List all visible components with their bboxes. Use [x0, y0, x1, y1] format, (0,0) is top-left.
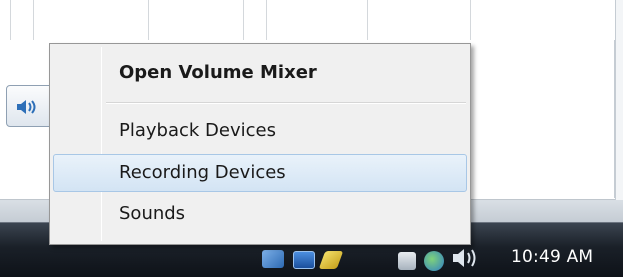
network-icon[interactable]	[262, 250, 284, 268]
window-scroll-strip	[615, 0, 623, 200]
clock[interactable]: 10:49 AM	[511, 247, 593, 271]
window-column-divider	[470, 0, 471, 40]
window-column-divider	[367, 0, 368, 40]
desktop: 10:49 AM Open Volume Mixer Playback Devi…	[0, 0, 623, 277]
menu-item-sounds[interactable]: Sounds	[53, 195, 467, 233]
speaker-icon	[15, 98, 41, 120]
globe-icon[interactable]	[424, 251, 444, 271]
menu-item-recording-devices[interactable]: Recording Devices	[53, 154, 467, 192]
window-column-divider	[243, 0, 267, 40]
menu-item-playback-devices[interactable]: Playback Devices	[53, 112, 467, 150]
volume-context-menu: Open Volume Mixer Playback Devices Recor…	[49, 43, 471, 245]
document-icon[interactable]	[398, 252, 416, 270]
monitor-icon[interactable]	[293, 251, 315, 269]
volume-icon[interactable]	[450, 245, 480, 275]
menu-separator	[106, 102, 466, 104]
window-column-divider	[148, 0, 149, 40]
speaker-button[interactable]	[6, 85, 54, 127]
window-column-divider	[10, 0, 34, 40]
pen-icon[interactable]	[318, 251, 344, 269]
menu-item-open-volume-mixer[interactable]: Open Volume Mixer	[53, 54, 467, 92]
